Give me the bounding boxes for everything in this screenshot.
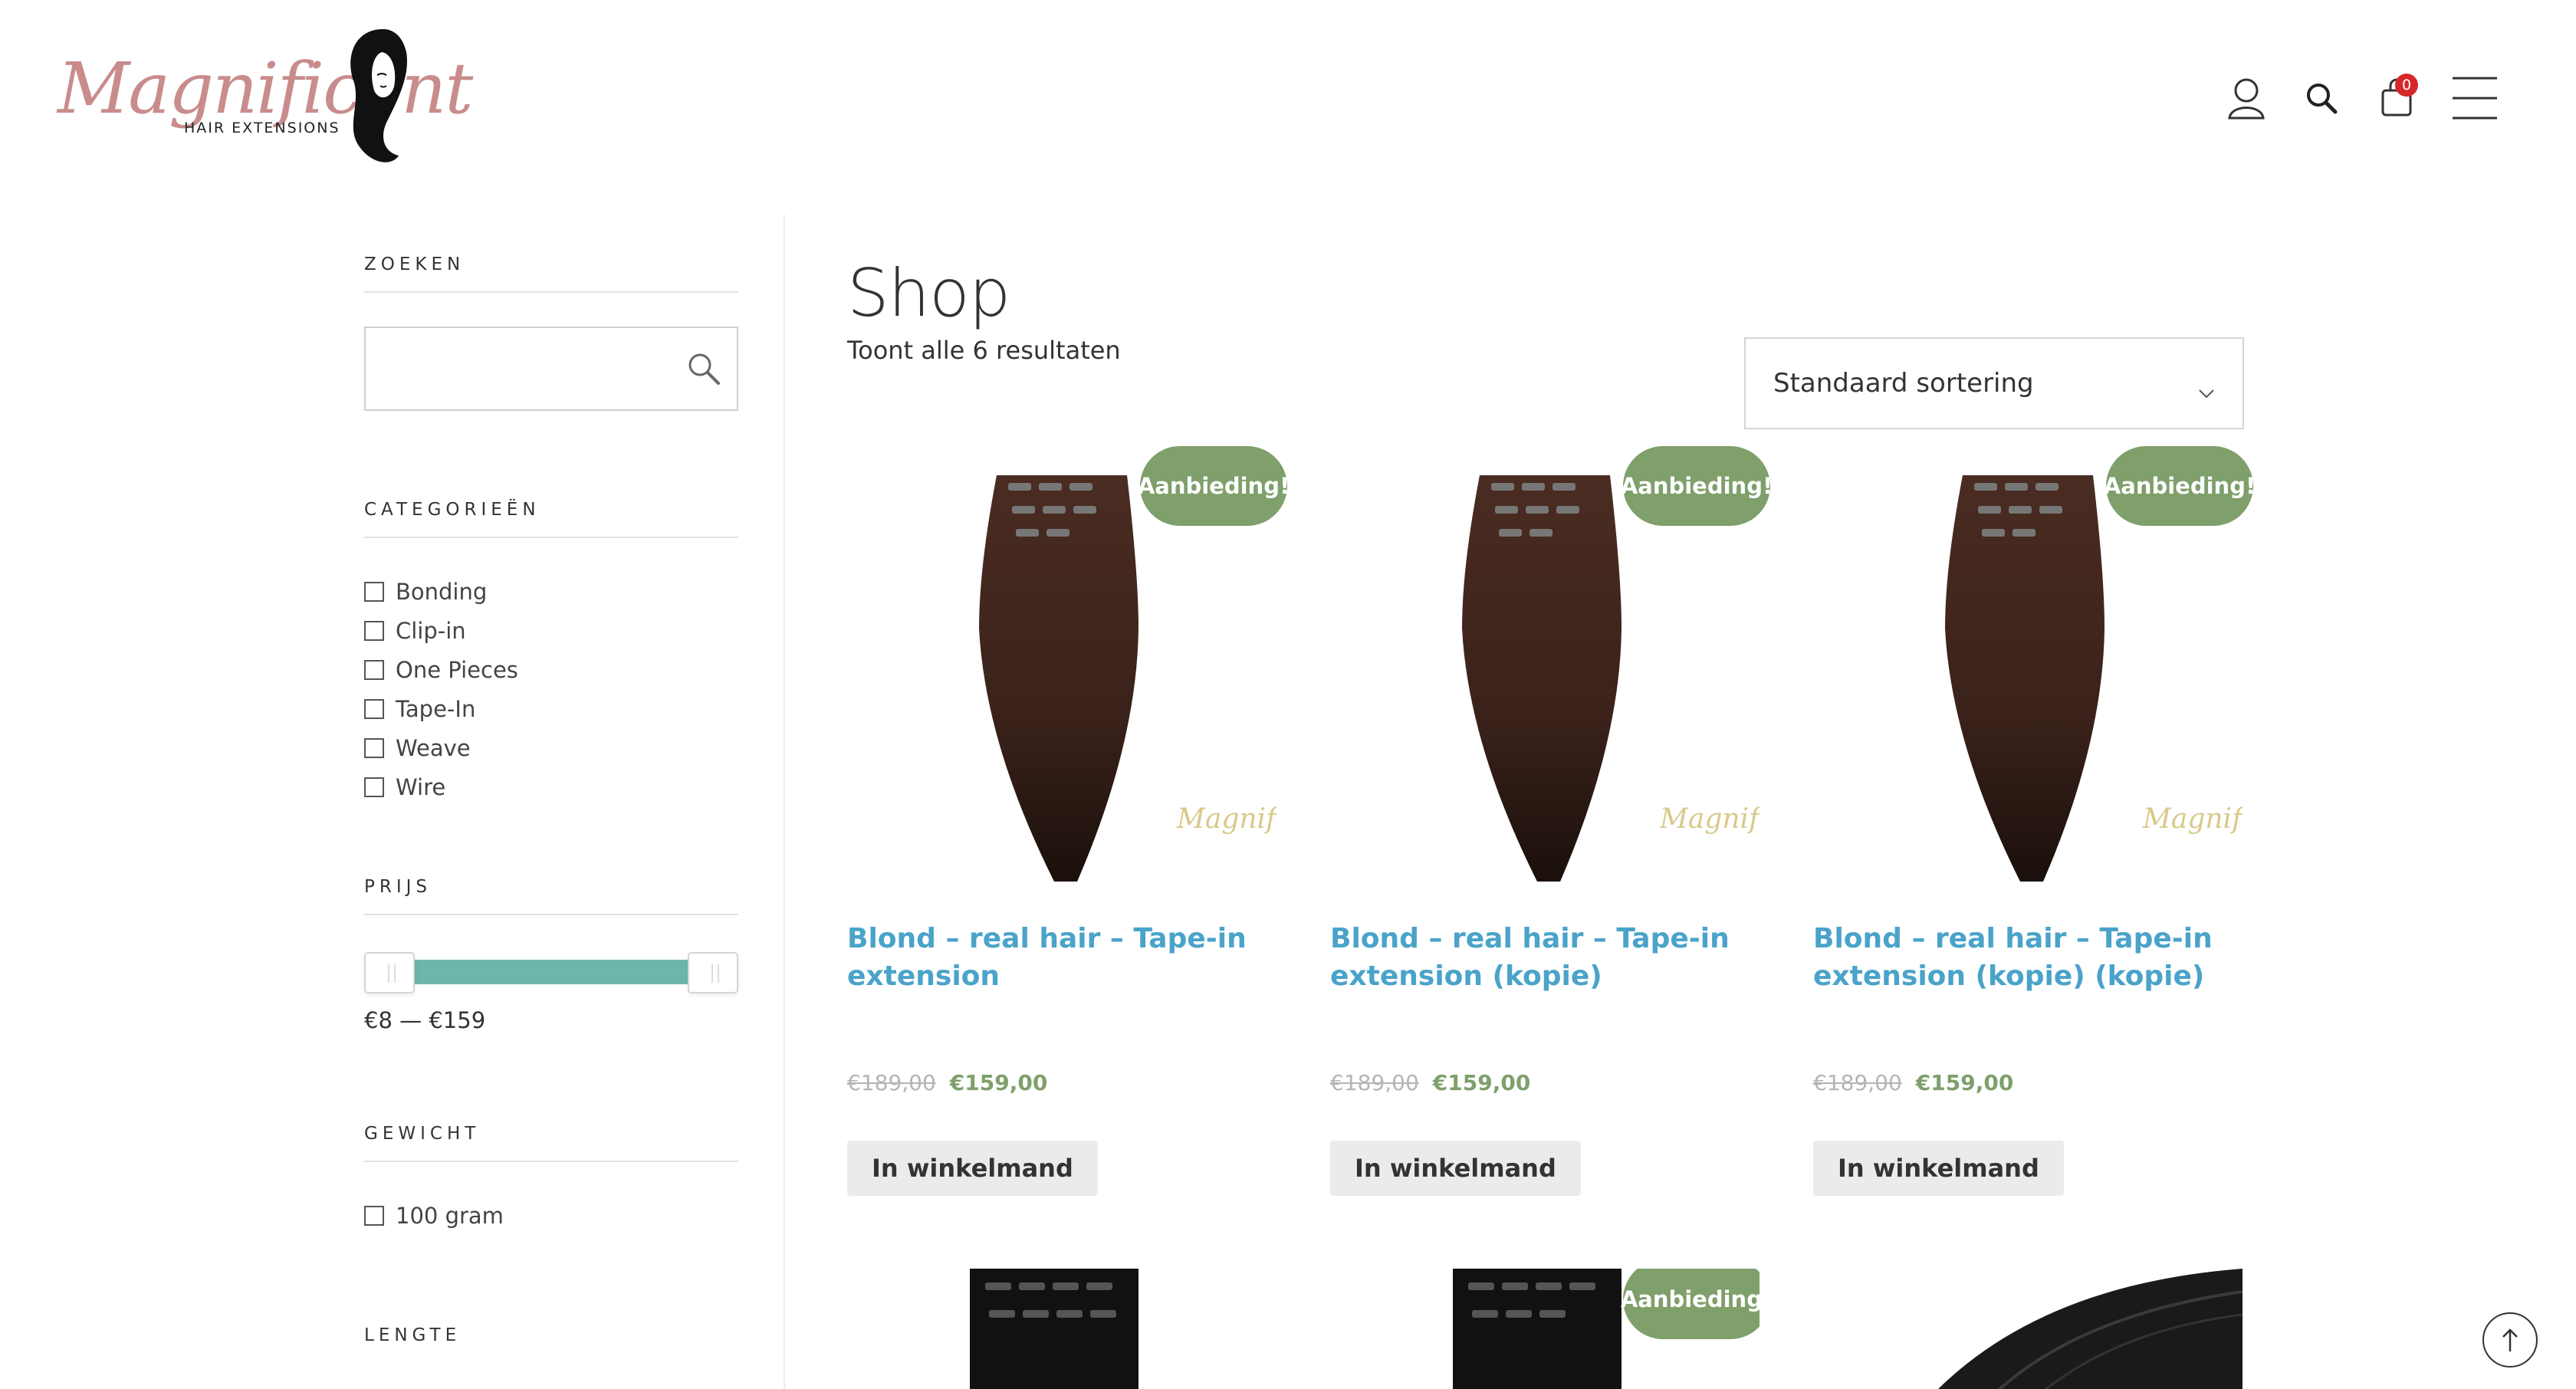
category-label: Clip-in <box>396 617 466 644</box>
product-card[interactable] <box>847 1269 1276 1389</box>
product-card[interactable]: Magnifi Aanbieding! <box>1330 446 1773 882</box>
product-card[interactable]: Magnifi Aanbieding! <box>1813 446 2256 882</box>
category-item-clip-in[interactable]: Clip-in <box>364 611 738 650</box>
hair-extension-image <box>970 1269 1138 1389</box>
categories-widget-title: CATEGORIEËN <box>364 500 738 538</box>
product-card[interactable]: Aanbieding! <box>1330 1269 1760 1389</box>
price-range-label: €8 — €159 <box>364 1007 486 1033</box>
product-price: €189,00 €159,00 <box>847 1070 1047 1095</box>
arrow-up-icon <box>2502 1328 2518 1351</box>
svg-text:Magnifi: Magnifi <box>1659 803 1760 835</box>
price-slider-max-handle[interactable] <box>688 952 738 993</box>
category-item-one-pieces[interactable]: One Pieces <box>364 650 738 689</box>
product-image[interactable]: Magnifi Aanbieding! <box>1330 446 1773 882</box>
hair-extension-image <box>1938 1269 2242 1389</box>
sale-price: €159,00 <box>1915 1070 2014 1095</box>
checkbox[interactable] <box>364 659 384 680</box>
checkbox[interactable] <box>364 1205 384 1226</box>
page-title: Shop <box>847 255 1010 332</box>
checkbox[interactable] <box>364 737 384 758</box>
sale-badge: Aanbieding! <box>2104 446 2256 526</box>
category-item-tape-in[interactable]: Tape-In <box>364 689 738 728</box>
logo-face-icon <box>350 29 407 163</box>
old-price: €189,00 <box>1330 1070 1419 1095</box>
logo-subtitle: HAIR EXTENSIONS <box>184 120 340 136</box>
product-card[interactable]: Magnifi Aanbieding! <box>847 446 1290 882</box>
scroll-to-top-button[interactable] <box>2482 1312 2538 1368</box>
product-price: €189,00 €159,00 <box>1330 1070 1530 1095</box>
weight-label: 100 gram <box>396 1202 504 1229</box>
category-item-weave[interactable]: Weave <box>364 728 738 767</box>
category-label: Tape-In <box>396 695 476 722</box>
checkbox[interactable] <box>364 581 384 602</box>
brand-logo[interactable]: Magnificent HAIR EXTENSIONS <box>54 21 473 175</box>
category-list: Bonding Clip-in One Pieces Tape-In Weave… <box>364 572 738 806</box>
price-slider-min-handle[interactable] <box>364 952 415 993</box>
result-count: Toont alle 6 resultaten <box>847 336 1121 365</box>
old-price: €189,00 <box>1813 1070 1902 1095</box>
cart-icon[interactable]: 0 <box>2375 74 2418 120</box>
weight-list: 100 gram <box>364 1196 738 1235</box>
shop-main: Shop Toont alle 6 resultaten Standaard s… <box>847 255 2499 429</box>
length-widget: LENGTE <box>364 1325 738 1362</box>
category-item-bonding[interactable]: Bonding <box>364 572 738 611</box>
category-label: Weave <box>396 734 471 761</box>
sale-badge: Aanbieding! <box>1621 446 1773 526</box>
sort-selected-label: Standaard sortering <box>1773 368 2034 399</box>
search-widget-title: ZOEKEN <box>364 254 738 293</box>
add-to-cart-button[interactable]: In winkelmand <box>1330 1141 1581 1196</box>
product-image[interactable]: Magnifi Aanbieding! <box>1813 446 2256 882</box>
categories-widget: CATEGORIEËN Bonding Clip-in One Pieces T… <box>364 500 738 806</box>
sale-price: €159,00 <box>1432 1070 1531 1095</box>
sale-badge: Aanbieding! <box>1138 446 1290 526</box>
product-title-link[interactable]: Blond – real hair – Tape-in extension (k… <box>1330 920 1760 995</box>
sidebar: ZOEKEN CATEGORIEËN Bonding Clip-in One P… <box>364 215 738 1362</box>
category-label: Bonding <box>396 578 488 605</box>
header-icons: 0 <box>2225 74 2499 120</box>
search-submit-icon[interactable] <box>686 351 721 389</box>
category-label: Wire <box>396 773 446 800</box>
category-label: One Pieces <box>396 656 518 683</box>
weight-widget: GEWICHT 100 gram <box>364 1124 738 1235</box>
old-price: €189,00 <box>847 1070 936 1095</box>
menu-icon[interactable] <box>2450 77 2499 120</box>
price-slider-range <box>389 960 713 984</box>
site-header: Magnificent HAIR EXTENSIONS 0 <box>0 0 2576 207</box>
product-title-link[interactable]: Blond – real hair – Tape-in extension (k… <box>1813 920 2242 995</box>
sale-badge: Aanbieding! <box>1621 1269 1760 1339</box>
user-icon[interactable] <box>2225 77 2268 120</box>
price-slider[interactable] <box>364 947 738 993</box>
checkbox[interactable] <box>364 777 384 797</box>
search-icon[interactable] <box>2300 77 2343 120</box>
chevron-down-icon <box>2198 376 2215 406</box>
product-price: €189,00 €159,00 <box>1813 1070 2013 1095</box>
svg-text:Magnifi: Magnifi <box>1176 803 1276 835</box>
length-widget-title: LENGTE <box>364 1325 462 1345</box>
search-input[interactable] <box>381 328 688 405</box>
product-image[interactable]: Magnifi Aanbieding! <box>847 446 1290 882</box>
svg-text:Magnifi: Magnifi <box>2142 803 2242 835</box>
sidebar-divider <box>784 215 785 1389</box>
search-widget: ZOEKEN <box>364 254 738 411</box>
search-box <box>364 327 738 411</box>
price-widget-title: PRIJS <box>364 877 738 915</box>
cart-count-badge: 0 <box>2395 74 2418 97</box>
sale-price: €159,00 <box>949 1070 1048 1095</box>
sort-dropdown[interactable]: Standaard sortering <box>1744 337 2244 429</box>
checkbox[interactable] <box>364 698 384 719</box>
add-to-cart-button[interactable]: In winkelmand <box>1813 1141 2064 1196</box>
weight-widget-title: GEWICHT <box>364 1124 738 1162</box>
checkbox[interactable] <box>364 620 384 641</box>
category-item-wire[interactable]: Wire <box>364 767 738 806</box>
product-card[interactable] <box>1813 1269 2242 1389</box>
add-to-cart-button[interactable]: In winkelmand <box>847 1141 1098 1196</box>
product-title-link[interactable]: Blond – real hair – Tape-in extension <box>847 920 1276 995</box>
weight-item-100-gram[interactable]: 100 gram <box>364 1196 738 1235</box>
price-widget: PRIJS €8 — €159 <box>364 877 738 1033</box>
